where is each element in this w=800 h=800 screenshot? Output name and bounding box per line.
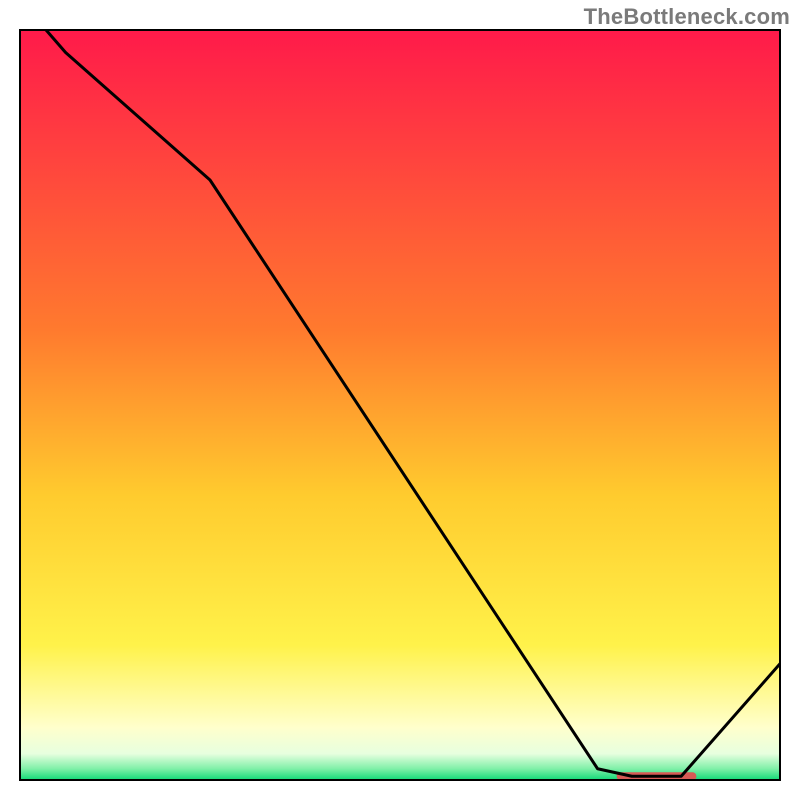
bottleneck-chart [0, 0, 800, 800]
gradient-background [20, 30, 780, 780]
chart-stage: TheBottleneck.com [0, 0, 800, 800]
